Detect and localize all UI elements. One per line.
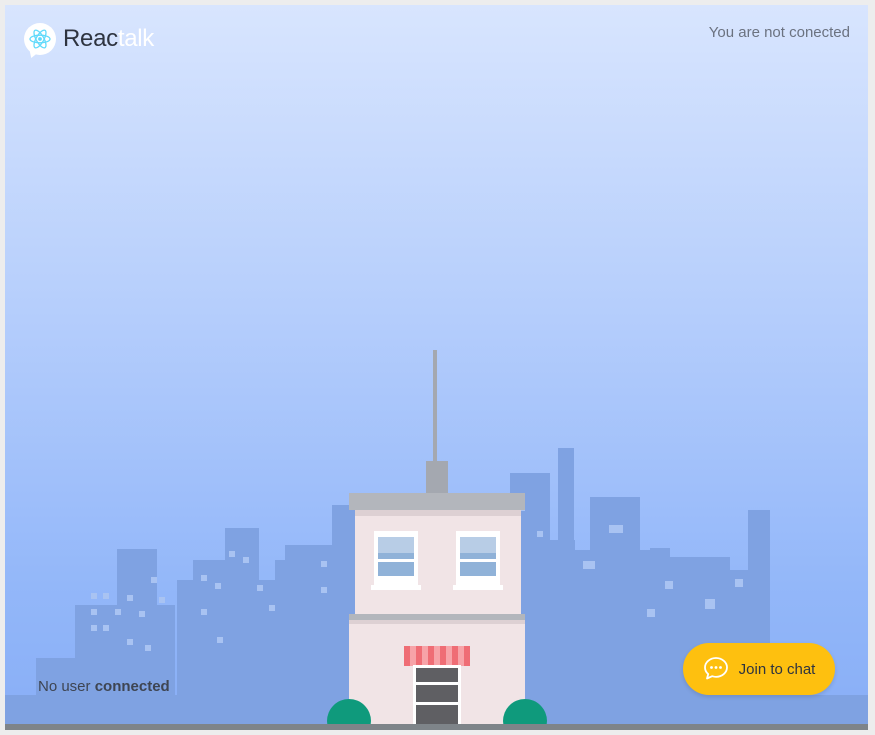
- app-logo[interactable]: Reactalk: [24, 23, 154, 55]
- join-chat-label: Join to chat: [738, 660, 816, 678]
- connected-users-status: No user connected: [38, 678, 170, 695]
- app-name-accent: talk: [117, 25, 154, 52]
- connection-status: You are not conected: [708, 24, 850, 41]
- app-frame: Reactalk You are not conected No user co…: [5, 5, 868, 730]
- react-atom-icon: [24, 23, 56, 55]
- users-status-prefix: No user: [38, 678, 91, 695]
- chat-bubble-icon: [703, 656, 729, 683]
- awning: [404, 646, 470, 666]
- app-name: Reactalk: [63, 25, 154, 53]
- ground: [5, 724, 868, 730]
- join-chat-button[interactable]: Join to chat: [683, 643, 835, 695]
- city-scene: [5, 350, 868, 730]
- building: [327, 350, 547, 730]
- app-name-main: Reac: [63, 25, 118, 52]
- users-status-suffix: connected: [94, 678, 170, 695]
